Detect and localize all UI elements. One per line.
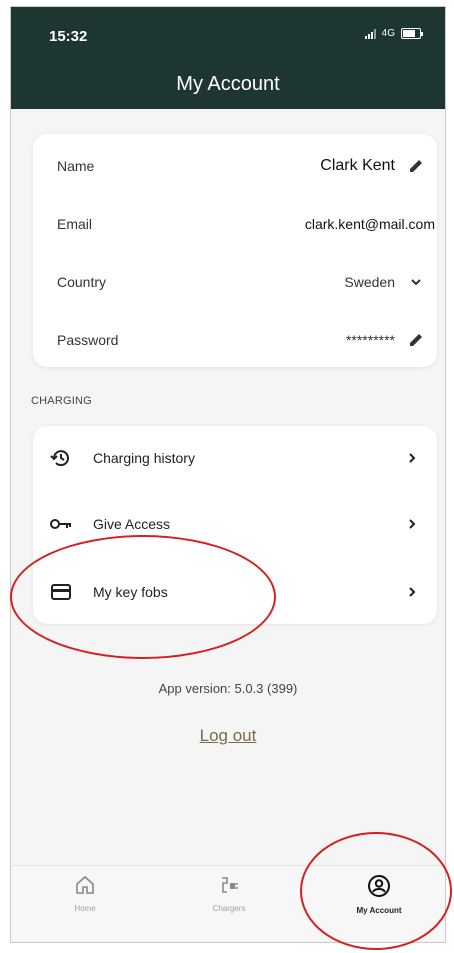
password-row[interactable]: Password ********* [33, 320, 437, 360]
country-row[interactable]: Country Sweden [33, 262, 437, 302]
name-value: Clark Kent [320, 157, 395, 174]
chevron-down-icon[interactable] [405, 271, 427, 293]
key-fobs-item[interactable]: My key fobs [33, 570, 437, 614]
network-label: 4G [381, 28, 395, 39]
tab-my-account[interactable]: My Account [319, 874, 439, 915]
home-icon [76, 875, 94, 894]
status-indicators: 4G [364, 28, 423, 39]
give-access-item[interactable]: Give Access [33, 502, 437, 546]
app-header: 15:32 4G My Account [11, 7, 445, 109]
key-fobs-label: My key fobs [93, 584, 168, 600]
tab-chargers[interactable]: Chargers [169, 874, 289, 913]
country-label: Country [57, 274, 107, 290]
app-version: App version: 5.0.3 (399) [158, 681, 298, 696]
country-value: Sweden [344, 274, 395, 290]
tab-home-label: Home [74, 904, 96, 913]
tab-bar: Home Chargers My Account [11, 865, 445, 942]
edit-password-icon[interactable] [405, 329, 427, 351]
page-title: My Account [176, 73, 280, 95]
chevron-right-icon [409, 453, 416, 463]
chevron-right-icon [409, 587, 416, 597]
key-icon [49, 512, 73, 536]
tab-chargers-label: Chargers [212, 904, 246, 913]
profile-card: Name Clark Kent Email clark.kent@mail.co… [33, 134, 437, 367]
history-icon [49, 446, 73, 470]
edit-name-icon[interactable] [405, 155, 427, 177]
charging-card: Charging history Give Access My key fobs [33, 426, 437, 624]
email-value: clark.kent@mail.com [304, 216, 435, 232]
card-icon [49, 580, 73, 604]
tab-my-account-label: My Account [356, 906, 402, 915]
logout-link[interactable]: Log out [11, 726, 445, 746]
charging-section-label: CHARGING [31, 395, 92, 407]
email-row: Email clark.kent@mail.com [33, 204, 437, 244]
signal-icon [364, 28, 376, 39]
password-value: ********* [345, 332, 395, 348]
charging-history-label: Charging history [93, 450, 195, 466]
password-label: Password [57, 332, 119, 348]
tab-home[interactable]: Home [25, 874, 145, 913]
charging-history-item[interactable]: Charging history [33, 436, 437, 480]
account-icon [368, 875, 390, 897]
name-row[interactable]: Name Clark Kent [33, 146, 437, 186]
email-label: Email [57, 216, 93, 232]
name-label: Name [57, 158, 95, 174]
status-time: 15:32 [49, 28, 88, 45]
chevron-right-icon [409, 519, 416, 529]
give-access-label: Give Access [93, 516, 171, 532]
charger-icon [222, 877, 238, 893]
phone-screen: 15:32 4G My Account Name Clark Kent Emai… [10, 6, 446, 943]
battery-icon [401, 28, 423, 39]
